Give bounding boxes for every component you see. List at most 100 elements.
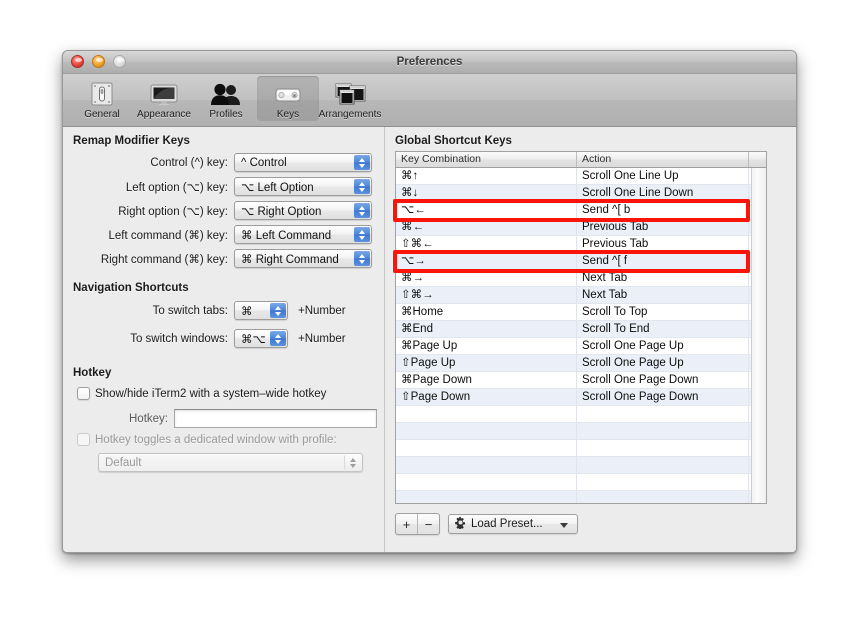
cell-key-combination — [396, 440, 577, 456]
table-row[interactable] — [396, 491, 766, 503]
stepper-icon[interactable] — [354, 179, 370, 194]
remap-label-right-command: Right command (⌘) key: — [100, 253, 228, 266]
zoom-button — [113, 55, 126, 68]
table-row[interactable]: ⌘Page Down Scroll One Page Down — [396, 372, 766, 389]
stepper-icon[interactable] — [354, 155, 370, 170]
tab-profiles[interactable]: Profiles — [195, 76, 257, 121]
load-preset-button[interactable]: Load Preset... — [448, 514, 578, 534]
hotkey-field-label: Hotkey: — [129, 412, 168, 425]
tab-keys[interactable]: ⌘ Keys — [257, 76, 319, 121]
remap-select-right-option[interactable]: ⌥ Right Option — [234, 201, 372, 220]
stepper-icon[interactable] — [270, 331, 286, 346]
stepper-icon[interactable] — [270, 303, 286, 318]
table-row[interactable]: ⇧⌘→ Next Tab — [396, 287, 766, 304]
cell-key-combination: ⌥→ — [396, 253, 577, 269]
table-scrollbar[interactable] — [751, 168, 766, 503]
cell-action: Scroll One Page Down — [577, 389, 749, 405]
hotkey-dedicated-row: Hotkey toggles a dedicated window with p… — [77, 433, 337, 446]
cell-key-combination: ⌘↑ — [396, 168, 577, 184]
hotkey-show-hide-row[interactable]: Show/hide iTerm2 with a system–wide hotk… — [77, 387, 326, 400]
table-row[interactable]: ⌘End Scroll To End — [396, 321, 766, 338]
column-header-extra[interactable] — [749, 152, 766, 167]
close-button[interactable] — [71, 55, 84, 68]
tab-arrangements[interactable]: Arrangements — [319, 76, 381, 121]
cell-key-combination — [396, 491, 577, 503]
add-remove-segmented-control[interactable]: + − — [395, 513, 440, 535]
table-row[interactable] — [396, 406, 766, 423]
table-row[interactable]: ⌘↑ Scroll One Line Up — [396, 168, 766, 185]
cell-key-combination: ⌘End — [396, 321, 577, 337]
minimize-button[interactable] — [92, 55, 105, 68]
hotkey-section-title: Hotkey — [73, 367, 112, 379]
table-row[interactable]: ⌥← Send ^[ b — [396, 202, 766, 219]
column-header-action[interactable]: Action — [577, 152, 749, 167]
cell-action — [577, 491, 749, 503]
remap-select-left-command[interactable]: ⌘ Left Command — [234, 225, 372, 244]
table-row[interactable]: ⌘← Previous Tab — [396, 219, 766, 236]
table-row[interactable]: ⌥→ Send ^[ f — [396, 253, 766, 270]
table-body: ⌘↑ Scroll One Line Up ⌘↓ Scroll One Line Do… — [396, 168, 766, 503]
hotkey-field-row: Hotkey: — [73, 409, 377, 428]
nav-select-switch-tabs[interactable]: ⌘ — [234, 301, 288, 320]
cell-action: Next Tab — [577, 287, 749, 303]
cell-key-combination: ⌥← — [396, 202, 577, 218]
table-row[interactable] — [396, 423, 766, 440]
hotkey-profile-select: Default — [98, 453, 363, 472]
cell-action: Scroll To End — [577, 321, 749, 337]
nav-label-switch-tabs: To switch tabs: — [152, 304, 228, 317]
remap-section-title: Remap Modifier Keys — [73, 135, 190, 147]
remap-row-control: Control (^) key: ^ Control — [73, 153, 373, 172]
stepper-icon[interactable] — [354, 227, 370, 242]
remove-shortcut-button[interactable]: − — [417, 514, 439, 534]
cell-key-combination — [396, 406, 577, 422]
tab-arrangements-label: Arrangements — [318, 109, 382, 120]
table-row[interactable]: ⇧⌘← Previous Tab — [396, 236, 766, 253]
cell-action: Scroll One Line Up — [577, 168, 749, 184]
table-row[interactable]: ⇧Page Down Scroll One Page Down — [396, 389, 766, 406]
cell-action — [577, 457, 749, 473]
tab-general[interactable]: General — [71, 76, 133, 121]
remap-label-control: Control (^) key: — [150, 156, 228, 169]
cell-key-combination — [396, 457, 577, 473]
table-row[interactable]: ⇧Page Up Scroll One Page Up — [396, 355, 766, 372]
table-row[interactable]: ⌘↓ Scroll One Line Down — [396, 185, 766, 202]
stepper-icon[interactable] — [354, 251, 370, 266]
tab-general-label: General — [84, 109, 120, 120]
column-header-key-combination[interactable]: Key Combination — [396, 152, 577, 167]
cell-action: Send ^[ f — [577, 253, 749, 269]
hotkey-input[interactable] — [174, 409, 377, 428]
table-row[interactable]: ⌘→ Next Tab — [396, 270, 766, 287]
shortcuts-section-title: Global Shortcut Keys — [395, 135, 512, 147]
table-row[interactable]: ⌘Home Scroll To Top — [396, 304, 766, 321]
cell-key-combination: ⌘← — [396, 219, 577, 235]
right-pane: Global Shortcut Keys Key Combination Act… — [385, 127, 796, 552]
stepper-icon[interactable] — [354, 203, 370, 218]
preferences-toolbar: General Appearance Profiles ⌘ Keys Arran… — [63, 74, 796, 127]
remap-select-right-command[interactable]: ⌘ Right Command — [234, 249, 372, 268]
cell-key-combination: ⇧⌘← — [396, 236, 577, 252]
remap-select-left-option[interactable]: ⌥ Left Option — [234, 177, 372, 196]
hotkey-show-hide-checkbox[interactable] — [77, 387, 90, 400]
cell-action — [577, 406, 749, 422]
table-row[interactable]: ⌘Page Up Scroll One Page Up — [396, 338, 766, 355]
nav-select-switch-windows[interactable]: ⌘⌥ — [234, 329, 288, 348]
remap-select-control[interactable]: ^ Control — [234, 153, 372, 172]
remap-row-right-option: Right option (⌥) key: ⌥ Right Option — [73, 201, 373, 220]
cell-action: Previous Tab — [577, 219, 749, 235]
tab-appearance[interactable]: Appearance — [133, 76, 195, 121]
remap-select-right-command-value: ⌘ Right Command — [241, 253, 339, 266]
table-row[interactable] — [396, 457, 766, 474]
cell-key-combination: ⌘Page Down — [396, 372, 577, 388]
cell-action: Scroll One Line Down — [577, 185, 749, 201]
keys-icon: ⌘ — [273, 78, 303, 108]
gear-icon — [454, 516, 467, 532]
remap-select-right-option-value: ⌥ Right Option — [241, 205, 322, 218]
table-row[interactable] — [396, 440, 766, 457]
hotkey-show-hide-label: Show/hide iTerm2 with a system–wide hotk… — [95, 387, 327, 400]
table-row[interactable] — [396, 474, 766, 491]
cell-action: Scroll To Top — [577, 304, 749, 320]
global-shortcuts-table[interactable]: Key Combination Action ⌘↑ Scroll One Line… — [395, 151, 767, 504]
nav-row-switch-windows: To switch windows: ⌘⌥ +Number — [73, 329, 383, 348]
add-shortcut-button[interactable]: + — [396, 514, 417, 534]
table-bottom-toolbar: + − Load Preset... — [395, 513, 578, 535]
